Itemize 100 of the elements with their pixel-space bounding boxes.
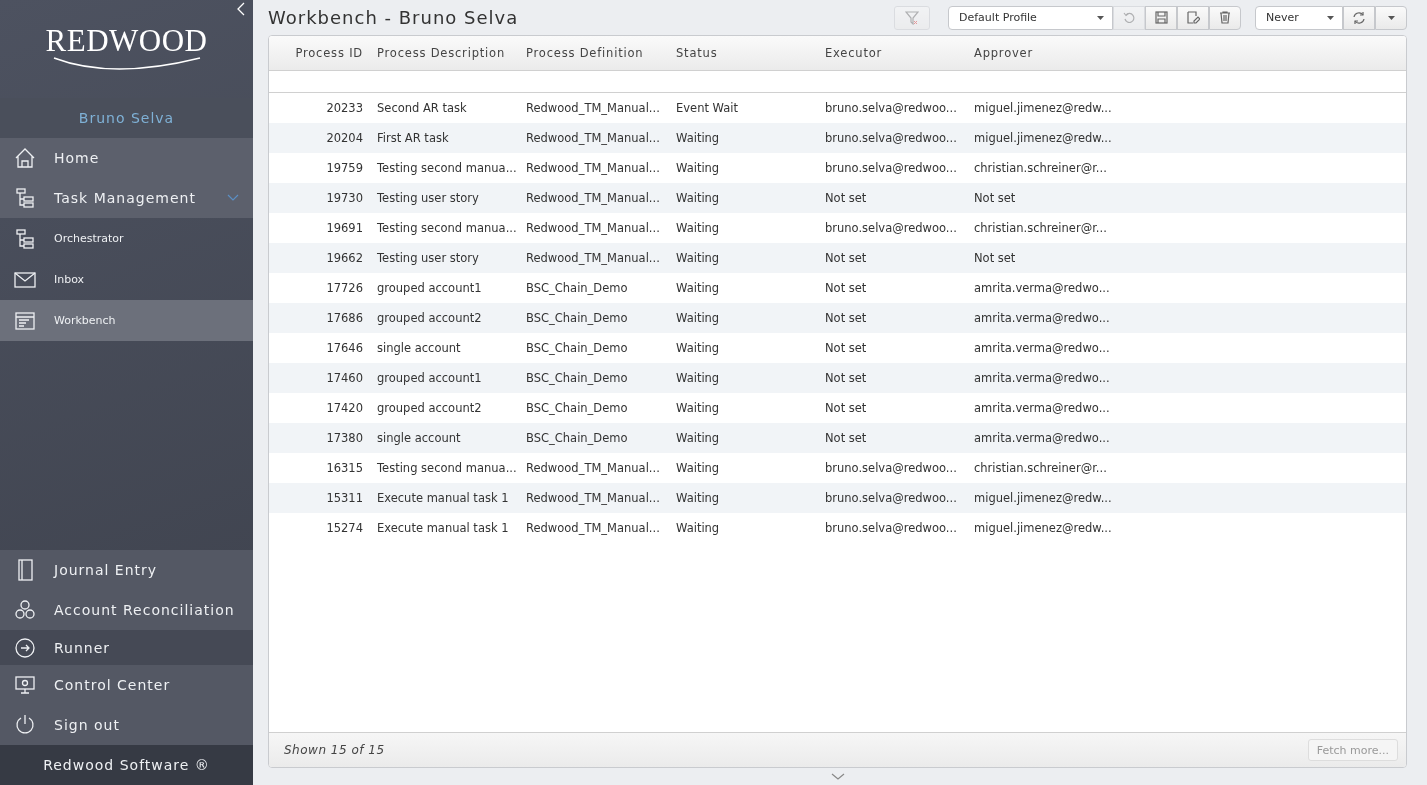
table-cell-text: miguel.jimenez@redw... (973, 521, 1113, 535)
caret-icon (1097, 15, 1104, 20)
profile-select[interactable]: Default Profile (948, 5, 1113, 30)
table-cell-text: 20233 (325, 101, 364, 115)
page-title: Workbench - Bruno Selva (268, 7, 520, 28)
refresh-button[interactable] (1343, 5, 1375, 30)
table-cell-text: 17646 (325, 341, 364, 355)
delete-button[interactable] (1209, 5, 1241, 30)
table-cell-text: 16315 (325, 461, 364, 475)
table-cell-text: bruno.selva@redwoo... (824, 491, 958, 505)
nav-item[interactable]: Inbox (0, 259, 253, 300)
table-cell-text: Testing second manua... (376, 161, 518, 175)
column-header[interactable]: Process Definition (519, 46, 669, 60)
nav-item[interactable]: Home (0, 138, 253, 178)
table-cell-text: christian.schreiner@r... (973, 461, 1108, 475)
table-cell-text: grouped account1 (376, 371, 483, 385)
table-cell-text: Testing user story (376, 251, 480, 265)
table-cell-text: 15311 (325, 491, 364, 505)
table-cell-text: Testing second manua... (376, 221, 518, 235)
nav-item[interactable]: Runner (0, 630, 253, 665)
table-cell-text: bruno.selva@redwoo... (824, 521, 958, 535)
table-cell-text: 17726 (325, 281, 364, 295)
nav-item[interactable]: Task Management (0, 178, 253, 218)
table-cell-text: Not set (824, 371, 868, 385)
table-cell-text: christian.schreiner@r... (973, 161, 1108, 175)
table-cell-text: Not set (824, 401, 868, 415)
table-cell-text: Testing user story (376, 191, 480, 205)
column-header[interactable]: Status (669, 46, 818, 60)
table-cell-text: BSC_Chain_Demo (525, 401, 629, 415)
column-header[interactable]: Process Description (370, 46, 519, 60)
table-cell-text: Event Wait (675, 101, 739, 115)
table-cell-text: amrita.verma@redwo... (973, 431, 1111, 445)
table-cell-text: BSC_Chain_Demo (525, 281, 629, 295)
table-cell-text: 17686 (325, 311, 364, 325)
column-header[interactable]: Process ID (269, 46, 370, 60)
table-cell-text: bruno.selva@redwoo... (824, 101, 958, 115)
table-cell-text: single account (376, 341, 462, 355)
table-cell-text: Redwood_TM_Manual... (525, 461, 661, 475)
table-cell-text: Redwood_TM_Manual... (525, 161, 661, 175)
table-cell-text: miguel.jimenez@redw... (973, 101, 1113, 115)
table-cell-text: Waiting (675, 341, 721, 355)
refresh-menu-button[interactable] (1375, 5, 1407, 30)
table-cell-text: Not set (824, 251, 868, 265)
save-button[interactable] (1145, 5, 1177, 30)
nav-item[interactable]: Orchestrator (0, 218, 253, 259)
table-cell-text: Not set (824, 191, 868, 205)
table-cell-text: Waiting (675, 161, 721, 175)
table-cell-text: 19662 (325, 251, 364, 265)
table-cell-text: 19691 (325, 221, 364, 235)
refresh-interval-select[interactable]: Never (1255, 5, 1343, 30)
save-as-button[interactable] (1177, 5, 1209, 30)
table-cell-text: Waiting (675, 371, 721, 385)
table-cell-text: First AR task (376, 131, 450, 145)
table-cell-text: amrita.verma@redwo... (973, 371, 1111, 385)
table-cell-text: Waiting (675, 431, 721, 445)
nav-item[interactable]: Journal Entry (0, 550, 253, 590)
circles-icon (14, 599, 36, 621)
table-cell-text: grouped account2 (376, 401, 483, 415)
table-cell-text: Not set (824, 311, 868, 325)
table-cell-text: BSC_Chain_Demo (525, 311, 629, 325)
table-cell-text: Waiting (675, 491, 721, 505)
table-cell-text: 20204 (325, 131, 364, 145)
list-window-icon (14, 309, 36, 332)
table-cell-text: amrita.verma@redwo... (973, 341, 1111, 355)
table-cell-text: 17420 (325, 401, 364, 415)
table-cell-text: bruno.selva@redwoo... (824, 461, 958, 475)
hierarchy-icon (14, 187, 36, 209)
table-cell-text: Not set (973, 191, 1017, 205)
expand-chevron-icon[interactable] (830, 773, 845, 780)
table-cell-text: 19759 (325, 161, 364, 175)
nav-item[interactable]: Workbench (0, 300, 253, 341)
copyright-text: Redwood Software ® (0, 745, 253, 785)
column-header[interactable]: Approver (967, 46, 1117, 60)
refresh-icon (1352, 10, 1366, 25)
table-cell-text: Redwood_TM_Manual... (525, 521, 661, 535)
table-cell-text: Waiting (675, 521, 721, 535)
table-cell-text: 17460 (325, 371, 364, 385)
table-cell-text: Testing second manua... (376, 461, 518, 475)
table-cell-text: Execute manual task 1 (376, 491, 510, 505)
table-cell-text: single account (376, 431, 462, 445)
table-cell-text: Second AR task (376, 101, 468, 115)
row-count: Shown 15 of 15 (284, 743, 385, 757)
edit-document-icon (1186, 11, 1200, 24)
trash-icon (1219, 11, 1231, 24)
table-cell-text: amrita.verma@redwo... (973, 401, 1111, 415)
power-icon (14, 714, 36, 736)
undo-icon (1123, 11, 1135, 24)
table-cell-text: bruno.selva@redwoo... (824, 221, 958, 235)
monitor-icon (14, 674, 36, 696)
table-cell-text: Redwood_TM_Manual... (525, 221, 661, 235)
table-cell-text: BSC_Chain_Demo (525, 341, 629, 355)
column-header[interactable]: Executor (818, 46, 967, 60)
nav-item[interactable]: Sign out (0, 705, 253, 745)
collapse-button[interactable] (237, 2, 245, 16)
table-cell-text: bruno.selva@redwoo... (824, 131, 958, 145)
table-cell-text: Not set (824, 431, 868, 445)
nav-item[interactable]: Control Center (0, 665, 253, 705)
table-cell-text: Redwood_TM_Manual... (525, 491, 661, 505)
nav-item[interactable]: Account Reconciliation (0, 590, 253, 630)
table-cell-text: Not set (824, 341, 868, 355)
